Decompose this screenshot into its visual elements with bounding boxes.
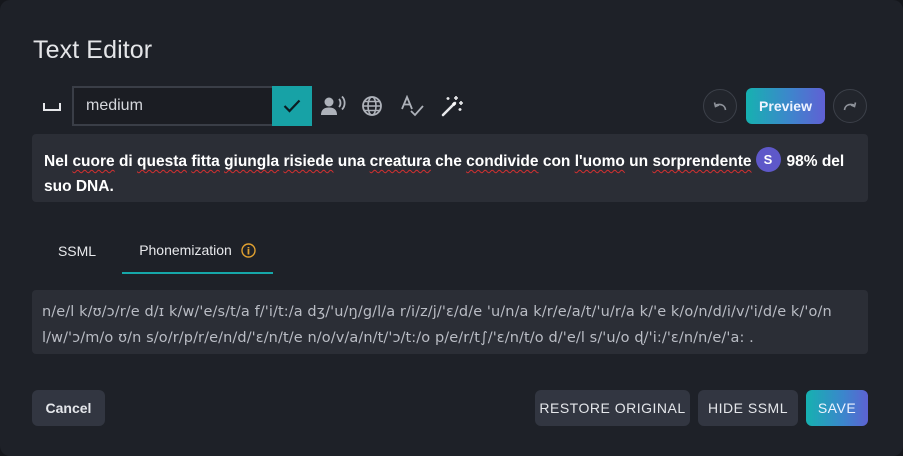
misspelled-word: giungla	[224, 153, 280, 170]
text-segment: Nel	[44, 153, 73, 170]
space-icon[interactable]	[38, 94, 66, 118]
cancel-button[interactable]: Cancel	[32, 390, 105, 426]
redo-button[interactable]	[833, 89, 867, 123]
check-icon	[283, 99, 301, 113]
ssml-tag-badge[interactable]: S	[755, 147, 781, 172]
misspelled-word: creatura	[369, 153, 431, 170]
tab-ssml[interactable]: SSML	[32, 228, 122, 274]
text-editor-dialog: Text Editor medium Preview Nel cuore di …	[0, 0, 903, 456]
toolbar: Preview	[32, 86, 868, 126]
misspelled-word: fitta	[191, 153, 220, 170]
redo-icon	[843, 102, 857, 111]
spellcheck-icon[interactable]	[398, 92, 426, 120]
text-segments: Nel cuore di questa fitta giungla risied…	[44, 153, 752, 170]
hide-ssml-button[interactable]: HIDE SSML	[698, 390, 798, 426]
voice-icon[interactable]	[318, 92, 348, 120]
search-input[interactable]	[74, 88, 293, 124]
text-segment: con	[538, 153, 575, 170]
text-segment: una	[333, 153, 370, 170]
misspelled-word: sorprendente	[652, 153, 752, 170]
dialog-title: Text Editor	[33, 36, 153, 64]
magic-wand-icon[interactable]	[438, 92, 466, 120]
phonemization-output[interactable]: n/e/l k/ʊ/ɔ/r/e d/ɪ k/w/'e/s/t/a f/'i/t:…	[32, 290, 868, 354]
misspelled-word: l'uomo	[574, 153, 625, 170]
confirm-button[interactable]	[272, 86, 312, 126]
restore-original-button[interactable]: RESTORE ORIGINAL	[535, 390, 690, 426]
info-icon[interactable]: i	[241, 242, 256, 258]
text-segment: che	[430, 153, 467, 170]
undo-button[interactable]	[703, 89, 737, 123]
undo-icon	[713, 102, 727, 111]
misspelled-word: cuore	[72, 153, 115, 170]
tab-label: Phonemization	[139, 242, 232, 258]
tab-phonemization[interactable]: Phonemization i	[122, 228, 273, 274]
globe-icon[interactable]	[358, 92, 386, 120]
misspelled-word: questa	[137, 153, 188, 170]
save-button[interactable]: SAVE	[806, 390, 868, 426]
text-segment: un	[624, 153, 653, 170]
misspelled-word: condivide	[466, 153, 539, 170]
misspelled-word: risiede	[283, 153, 334, 170]
text-segment: di	[114, 153, 138, 170]
tab-label: SSML	[57, 243, 97, 259]
tab-bar: SSML Phonemization i	[32, 228, 292, 274]
info-symbol: i	[247, 246, 250, 257]
preview-button[interactable]: Preview	[746, 88, 825, 124]
editor-text[interactable]: Nel cuore di questa fitta giungla risied…	[44, 147, 856, 199]
text-editor-area[interactable]: Nel cuore di questa fitta giungla risied…	[32, 134, 868, 202]
